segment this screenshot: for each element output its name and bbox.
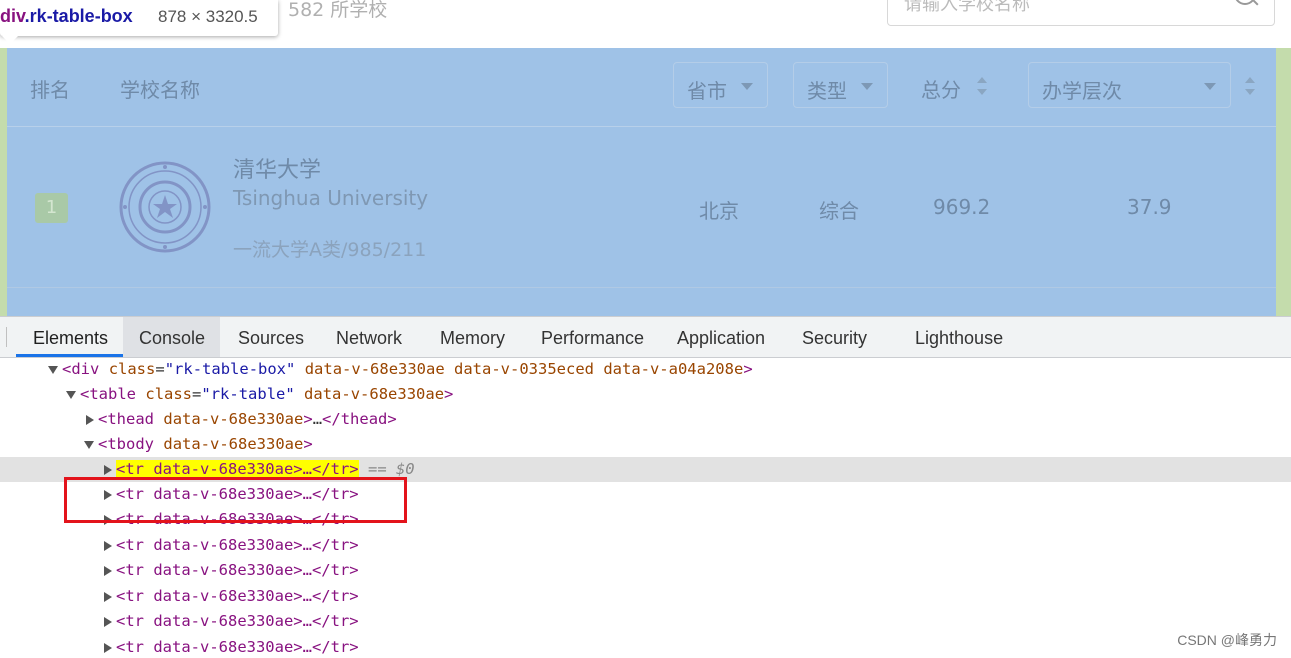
expand-open-icon[interactable] — [66, 390, 76, 399]
rank-badge: 1 — [35, 193, 68, 223]
dom-node-tbody[interactable]: <tbody data-v-68e330ae> — [0, 432, 1291, 457]
expand-open-icon[interactable] — [84, 440, 94, 449]
attr-rest: data-v-68e330ae — [163, 435, 304, 453]
console-ref-marker: == $0 — [367, 460, 415, 478]
tab-sources[interactable]: Sources — [238, 328, 304, 349]
school-count: 582 所学校 — [288, 0, 388, 21]
expand-open-icon[interactable] — [48, 365, 58, 374]
tab-console[interactable]: Console — [139, 328, 205, 349]
panel-resize-grip[interactable] — [6, 327, 7, 347]
dom-node-tr-selected[interactable]: <tr data-v-68e330ae>…</tr> == $0 — [0, 457, 1291, 482]
table-row[interactable]: 1 清华大学 Tsinghua University 一流大学A类/985/21… — [7, 127, 1276, 288]
tab-application[interactable]: Application — [677, 328, 765, 349]
level-dropdown[interactable]: 办学层次 — [1028, 62, 1231, 108]
node-text: <tr data-v-68e330ae>…</tr> — [116, 587, 359, 605]
type-dropdown-label: 类型 — [807, 79, 847, 103]
tooltip-selector: div.rk-table-box — [0, 6, 133, 27]
node-text: <tr data-v-68e330ae>…</tr> — [116, 485, 359, 503]
type-cell: 综合 — [819, 199, 859, 223]
tooltip-dimensions: 878 × 3320.5 — [158, 7, 258, 26]
devtools-tab-bar: Elements Console Sources Network Memory … — [0, 317, 1291, 358]
node-text: <tr data-v-68e330ae>…</tr> — [116, 638, 359, 656]
university-logo[interactable] — [119, 161, 211, 253]
sort-icon[interactable] — [977, 77, 987, 97]
expand-closed-icon[interactable] — [104, 565, 112, 576]
tab-elements[interactable]: Elements — [33, 328, 108, 349]
expand-closed-icon[interactable] — [104, 489, 112, 500]
chevron-down-icon — [741, 83, 753, 90]
attr-name: class — [145, 385, 193, 403]
node-tag: div — [71, 360, 100, 378]
expand-closed-icon[interactable] — [86, 414, 94, 425]
node-text: <tr data-v-68e330ae>…</tr> — [116, 536, 359, 554]
expand-closed-icon[interactable] — [104, 514, 112, 525]
node-tag: tbody — [107, 435, 155, 453]
dom-tree: <div class="rk-table-box" data-v-68e330a… — [0, 357, 1291, 658]
expand-closed-icon[interactable] — [104, 464, 112, 475]
expand-closed-icon[interactable] — [104, 642, 112, 653]
attr-name: class — [108, 360, 156, 378]
node-text: <tr data-v-68e330ae>…</tr> — [116, 510, 359, 528]
header-school-name: 学校名称 — [120, 78, 200, 102]
node-text: <tr data-v-68e330ae>…</tr> — [116, 612, 359, 630]
node-close-tag: </thead> — [322, 410, 397, 428]
dom-node-tr[interactable]: <tr data-v-68e330ae>…</tr> — [0, 584, 1291, 609]
tooltip-tag: div — [0, 6, 25, 26]
expand-closed-icon[interactable] — [104, 616, 112, 627]
dom-node-tr[interactable]: <tr data-v-68e330ae>…</tr> — [0, 558, 1291, 583]
tab-performance[interactable]: Performance — [541, 328, 644, 349]
search-placeholder: 请输入学校名称 — [904, 0, 1030, 15]
school-search-input[interactable]: 请输入学校名称 — [887, 0, 1275, 26]
attr-rest: data-v-68e330ae — [304, 385, 445, 403]
rk-table-box: 排名 学校名称 省市 类型 总分 办学层次 1 清华大学 Tsinghua Un… — [0, 48, 1291, 316]
tooltip-class: .rk-table-box — [24, 6, 133, 26]
node-tag: table — [89, 385, 137, 403]
attr-value: "rk-table-box" — [164, 360, 296, 378]
dom-node-div[interactable]: <div class="rk-table-box" data-v-68e330a… — [0, 357, 1291, 382]
tab-memory[interactable]: Memory — [440, 328, 505, 349]
province-dropdown[interactable]: 省市 — [673, 62, 768, 108]
dom-node-thead[interactable]: <thead data-v-68e330ae>…</thead> — [0, 407, 1291, 432]
dom-node-tr[interactable]: <tr data-v-68e330ae>…</tr> — [0, 507, 1291, 532]
province-cell: 北京 — [699, 199, 739, 223]
school-name-en: Tsinghua University — [233, 186, 429, 210]
table-header: 排名 学校名称 省市 类型 总分 办学层次 — [7, 48, 1276, 127]
attr-value: "rk-table" — [201, 385, 295, 403]
node-text: <tr data-v-68e330ae>…</tr> — [116, 561, 359, 579]
node-tag: thead — [107, 410, 155, 428]
tab-network[interactable]: Network — [336, 328, 402, 349]
school-tags: 一流大学A类/985/211 — [233, 239, 427, 261]
province-dropdown-label: 省市 — [687, 79, 727, 103]
attr-rest: data-v-68e330ae — [163, 410, 304, 428]
chevron-down-icon — [1204, 83, 1216, 90]
element-inspector-tooltip: div.rk-table-box 878 × 3320.5 — [0, 0, 278, 44]
dom-node-tr[interactable]: <tr data-v-68e330ae>…</tr> — [0, 533, 1291, 558]
school-name-cn[interactable]: 清华大学 — [233, 152, 321, 184]
dom-node-tr[interactable]: <tr data-v-68e330ae>…</tr> — [0, 635, 1291, 658]
csdn-watermark: CSDN @峰勇力 — [1177, 632, 1277, 648]
search-icon[interactable] — [1234, 0, 1256, 5]
devtools-panel: Elements Console Sources Network Memory … — [0, 316, 1291, 658]
score-cell: 969.2 — [933, 195, 991, 219]
dom-node-tr[interactable]: <tr data-v-68e330ae>…</tr> — [0, 482, 1291, 507]
dom-node-tr[interactable]: <tr data-v-68e330ae>…</tr> — [0, 609, 1291, 634]
attr-rest: data-v-68e330ae data-v-0335eced data-v-a… — [304, 360, 744, 378]
tab-security[interactable]: Security — [802, 328, 867, 349]
header-rank: 排名 — [30, 78, 70, 102]
tab-lighthouse[interactable]: Lighthouse — [915, 328, 1003, 349]
selected-node-text: <tr data-v-68e330ae>…</tr> — [116, 460, 359, 478]
webpage-viewport: 582 所学校 请输入学校名称 排名 学校名称 省市 类型 总分 办学层次 1 … — [0, 0, 1291, 316]
table-highlight-overlay: 排名 学校名称 省市 类型 总分 办学层次 1 清华大学 Tsinghua Un… — [7, 48, 1276, 316]
header-score: 总分 — [921, 78, 961, 102]
level-dropdown-label: 办学层次 — [1042, 79, 1122, 103]
expand-closed-icon[interactable] — [104, 540, 112, 551]
dom-node-table[interactable]: <table class="rk-table" data-v-68e330ae> — [0, 382, 1291, 407]
level-cell: 37.9 — [1127, 195, 1172, 219]
expand-closed-icon[interactable] — [104, 591, 112, 602]
type-dropdown[interactable]: 类型 — [793, 62, 888, 108]
chevron-down-icon — [861, 83, 873, 90]
sort-icon[interactable] — [1245, 77, 1255, 97]
